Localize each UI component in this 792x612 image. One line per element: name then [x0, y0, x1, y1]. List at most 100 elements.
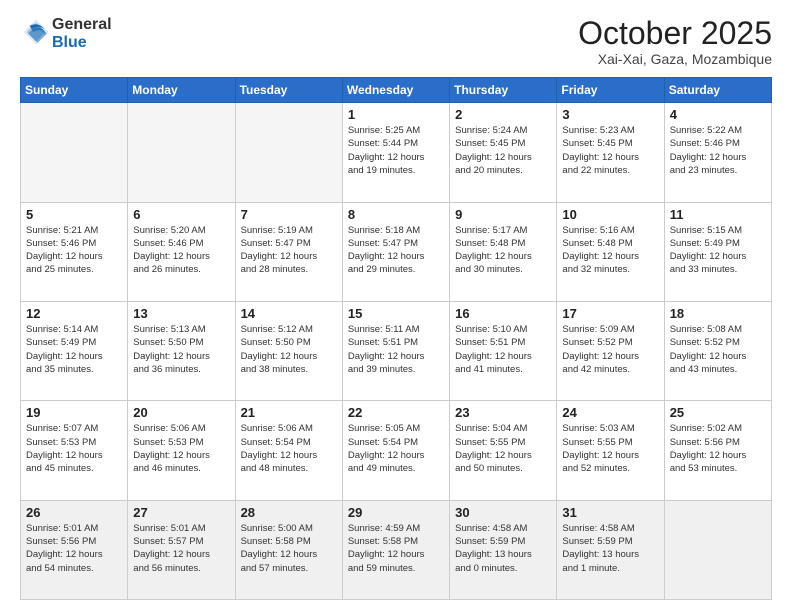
day-number: 9 — [455, 207, 551, 222]
day-info: Sunrise: 4:59 AM Sunset: 5:58 PM Dayligh… — [348, 522, 444, 575]
day-info: Sunrise: 5:06 AM Sunset: 5:54 PM Dayligh… — [241, 422, 337, 475]
weekday-header-tuesday: Tuesday — [235, 78, 342, 103]
day-info: Sunrise: 5:18 AM Sunset: 5:47 PM Dayligh… — [348, 224, 444, 277]
day-number: 15 — [348, 306, 444, 321]
calendar-cell: 23 Sunrise: 5:04 AM Sunset: 5:55 PM Dayli… — [450, 401, 557, 500]
calendar-cell: 10 Sunrise: 5:16 AM Sunset: 5:48 PM Dayli… — [557, 202, 664, 301]
day-number: 16 — [455, 306, 551, 321]
day-info: Sunrise: 5:19 AM Sunset: 5:47 PM Dayligh… — [241, 224, 337, 277]
day-number: 31 — [562, 505, 658, 520]
calendar-cell: 9 Sunrise: 5:17 AM Sunset: 5:48 PM Daylig… — [450, 202, 557, 301]
location-subtitle: Xai-Xai, Gaza, Mozambique — [578, 51, 772, 67]
day-info: Sunrise: 5:16 AM Sunset: 5:48 PM Dayligh… — [562, 224, 658, 277]
weekday-header-friday: Friday — [557, 78, 664, 103]
day-info: Sunrise: 5:20 AM Sunset: 5:46 PM Dayligh… — [133, 224, 229, 277]
calendar-page: General Blue October 2025 Xai-Xai, Gaza,… — [0, 0, 792, 612]
day-info: Sunrise: 5:04 AM Sunset: 5:55 PM Dayligh… — [455, 422, 551, 475]
calendar-week-3: 12 Sunrise: 5:14 AM Sunset: 5:49 PM Dayli… — [21, 301, 772, 400]
day-number: 19 — [26, 405, 122, 420]
logo-icon — [22, 18, 50, 46]
calendar-cell: 5Sunrise: 5:21 AM Sunset: 5:46 PM Daylig… — [21, 202, 128, 301]
day-info: Sunrise: 5:07 AM Sunset: 5:53 PM Dayligh… — [26, 422, 122, 475]
day-info: Sunrise: 4:58 AM Sunset: 5:59 PM Dayligh… — [455, 522, 551, 575]
day-number: 6 — [133, 207, 229, 222]
day-info: Sunrise: 5:12 AM Sunset: 5:50 PM Dayligh… — [241, 323, 337, 376]
calendar-cell: 4 Sunrise: 5:22 AM Sunset: 5:46 PM Daylig… — [664, 103, 771, 202]
calendar-cell: 15 Sunrise: 5:11 AM Sunset: 5:51 PM Dayli… — [342, 301, 449, 400]
day-number: 13 — [133, 306, 229, 321]
calendar-week-5: 26 Sunrise: 5:01 AM Sunset: 5:56 PM Dayli… — [21, 500, 772, 599]
weekday-header-saturday: Saturday — [664, 78, 771, 103]
calendar-cell: 24Sunrise: 5:03 AM Sunset: 5:55 PM Dayli… — [557, 401, 664, 500]
calendar-cell: 6 Sunrise: 5:20 AM Sunset: 5:46 PM Daylig… — [128, 202, 235, 301]
calendar-cell: 1 Sunrise: 5:25 AM Sunset: 5:44 PM Daylig… — [342, 103, 449, 202]
calendar-cell: 2Sunrise: 5:24 AM Sunset: 5:45 PM Daylig… — [450, 103, 557, 202]
weekday-header-wednesday: Wednesday — [342, 78, 449, 103]
calendar-cell: 26 Sunrise: 5:01 AM Sunset: 5:56 PM Dayli… — [21, 500, 128, 599]
calendar-cell: 8 Sunrise: 5:18 AM Sunset: 5:47 PM Daylig… — [342, 202, 449, 301]
day-number: 21 — [241, 405, 337, 420]
day-number: 7 — [241, 207, 337, 222]
calendar-cell: 31 Sunrise: 4:58 AM Sunset: 5:59 PM Dayli… — [557, 500, 664, 599]
month-title: October 2025 — [578, 16, 772, 51]
day-number: 12 — [26, 306, 122, 321]
calendar-cell: 18 Sunrise: 5:08 AM Sunset: 5:52 PM Dayli… — [664, 301, 771, 400]
day-info: Sunrise: 5:11 AM Sunset: 5:51 PM Dayligh… — [348, 323, 444, 376]
day-number: 20 — [133, 405, 229, 420]
calendar-table: SundayMondayTuesdayWednesdayThursdayFrid… — [20, 77, 772, 600]
calendar-cell — [128, 103, 235, 202]
day-number: 26 — [26, 505, 122, 520]
day-info: Sunrise: 5:17 AM Sunset: 5:48 PM Dayligh… — [455, 224, 551, 277]
day-number: 14 — [241, 306, 337, 321]
calendar-week-1: 1 Sunrise: 5:25 AM Sunset: 5:44 PM Daylig… — [21, 103, 772, 202]
day-info: Sunrise: 5:01 AM Sunset: 5:57 PM Dayligh… — [133, 522, 229, 575]
calendar-cell: 25 Sunrise: 5:02 AM Sunset: 5:56 PM Dayli… — [664, 401, 771, 500]
day-info: Sunrise: 5:09 AM Sunset: 5:52 PM Dayligh… — [562, 323, 658, 376]
day-number: 17 — [562, 306, 658, 321]
calendar-cell — [664, 500, 771, 599]
day-info: Sunrise: 5:03 AM Sunset: 5:55 PM Dayligh… — [562, 422, 658, 475]
day-number: 27 — [133, 505, 229, 520]
day-number: 30 — [455, 505, 551, 520]
calendar-cell — [235, 103, 342, 202]
day-info: Sunrise: 4:58 AM Sunset: 5:59 PM Dayligh… — [562, 522, 658, 575]
day-info: Sunrise: 5:22 AM Sunset: 5:46 PM Dayligh… — [670, 124, 766, 177]
day-info: Sunrise: 5:14 AM Sunset: 5:49 PM Dayligh… — [26, 323, 122, 376]
logo-blue: Blue — [52, 34, 87, 51]
day-info: Sunrise: 5:05 AM Sunset: 5:54 PM Dayligh… — [348, 422, 444, 475]
calendar-cell: 14 Sunrise: 5:12 AM Sunset: 5:50 PM Dayli… — [235, 301, 342, 400]
day-info: Sunrise: 5:21 AM Sunset: 5:46 PM Dayligh… — [26, 224, 122, 277]
day-number: 8 — [348, 207, 444, 222]
day-number: 25 — [670, 405, 766, 420]
day-info: Sunrise: 5:23 AM Sunset: 5:45 PM Dayligh… — [562, 124, 658, 177]
calendar-cell: 27 Sunrise: 5:01 AM Sunset: 5:57 PM Dayli… — [128, 500, 235, 599]
day-info: Sunrise: 5:01 AM Sunset: 5:56 PM Dayligh… — [26, 522, 122, 575]
day-info: Sunrise: 5:25 AM Sunset: 5:44 PM Dayligh… — [348, 124, 444, 177]
day-info: Sunrise: 5:15 AM Sunset: 5:49 PM Dayligh… — [670, 224, 766, 277]
day-info: Sunrise: 5:08 AM Sunset: 5:52 PM Dayligh… — [670, 323, 766, 376]
calendar-cell: 17 Sunrise: 5:09 AM Sunset: 5:52 PM Dayli… — [557, 301, 664, 400]
logo: General Blue — [20, 16, 112, 52]
day-info: Sunrise: 5:02 AM Sunset: 5:56 PM Dayligh… — [670, 422, 766, 475]
calendar-cell: 20Sunrise: 5:06 AM Sunset: 5:53 PM Dayli… — [128, 401, 235, 500]
day-number: 10 — [562, 207, 658, 222]
calendar-cell: 11Sunrise: 5:15 AM Sunset: 5:49 PM Dayli… — [664, 202, 771, 301]
weekday-header-thursday: Thursday — [450, 78, 557, 103]
day-number: 2 — [455, 107, 551, 122]
day-number: 29 — [348, 505, 444, 520]
calendar-cell: 22 Sunrise: 5:05 AM Sunset: 5:54 PM Dayli… — [342, 401, 449, 500]
day-number: 22 — [348, 405, 444, 420]
day-number: 1 — [348, 107, 444, 122]
day-number: 18 — [670, 306, 766, 321]
day-number: 4 — [670, 107, 766, 122]
day-info: Sunrise: 5:00 AM Sunset: 5:58 PM Dayligh… — [241, 522, 337, 575]
day-number: 23 — [455, 405, 551, 420]
weekday-header-sunday: Sunday — [21, 78, 128, 103]
calendar-cell: 28Sunrise: 5:00 AM Sunset: 5:58 PM Dayli… — [235, 500, 342, 599]
calendar-cell — [21, 103, 128, 202]
day-info: Sunrise: 5:10 AM Sunset: 5:51 PM Dayligh… — [455, 323, 551, 376]
calendar-cell: 7 Sunrise: 5:19 AM Sunset: 5:47 PM Daylig… — [235, 202, 342, 301]
calendar-cell: 16 Sunrise: 5:10 AM Sunset: 5:51 PM Dayli… — [450, 301, 557, 400]
weekday-header-row: SundayMondayTuesdayWednesdayThursdayFrid… — [21, 78, 772, 103]
calendar-week-2: 5Sunrise: 5:21 AM Sunset: 5:46 PM Daylig… — [21, 202, 772, 301]
